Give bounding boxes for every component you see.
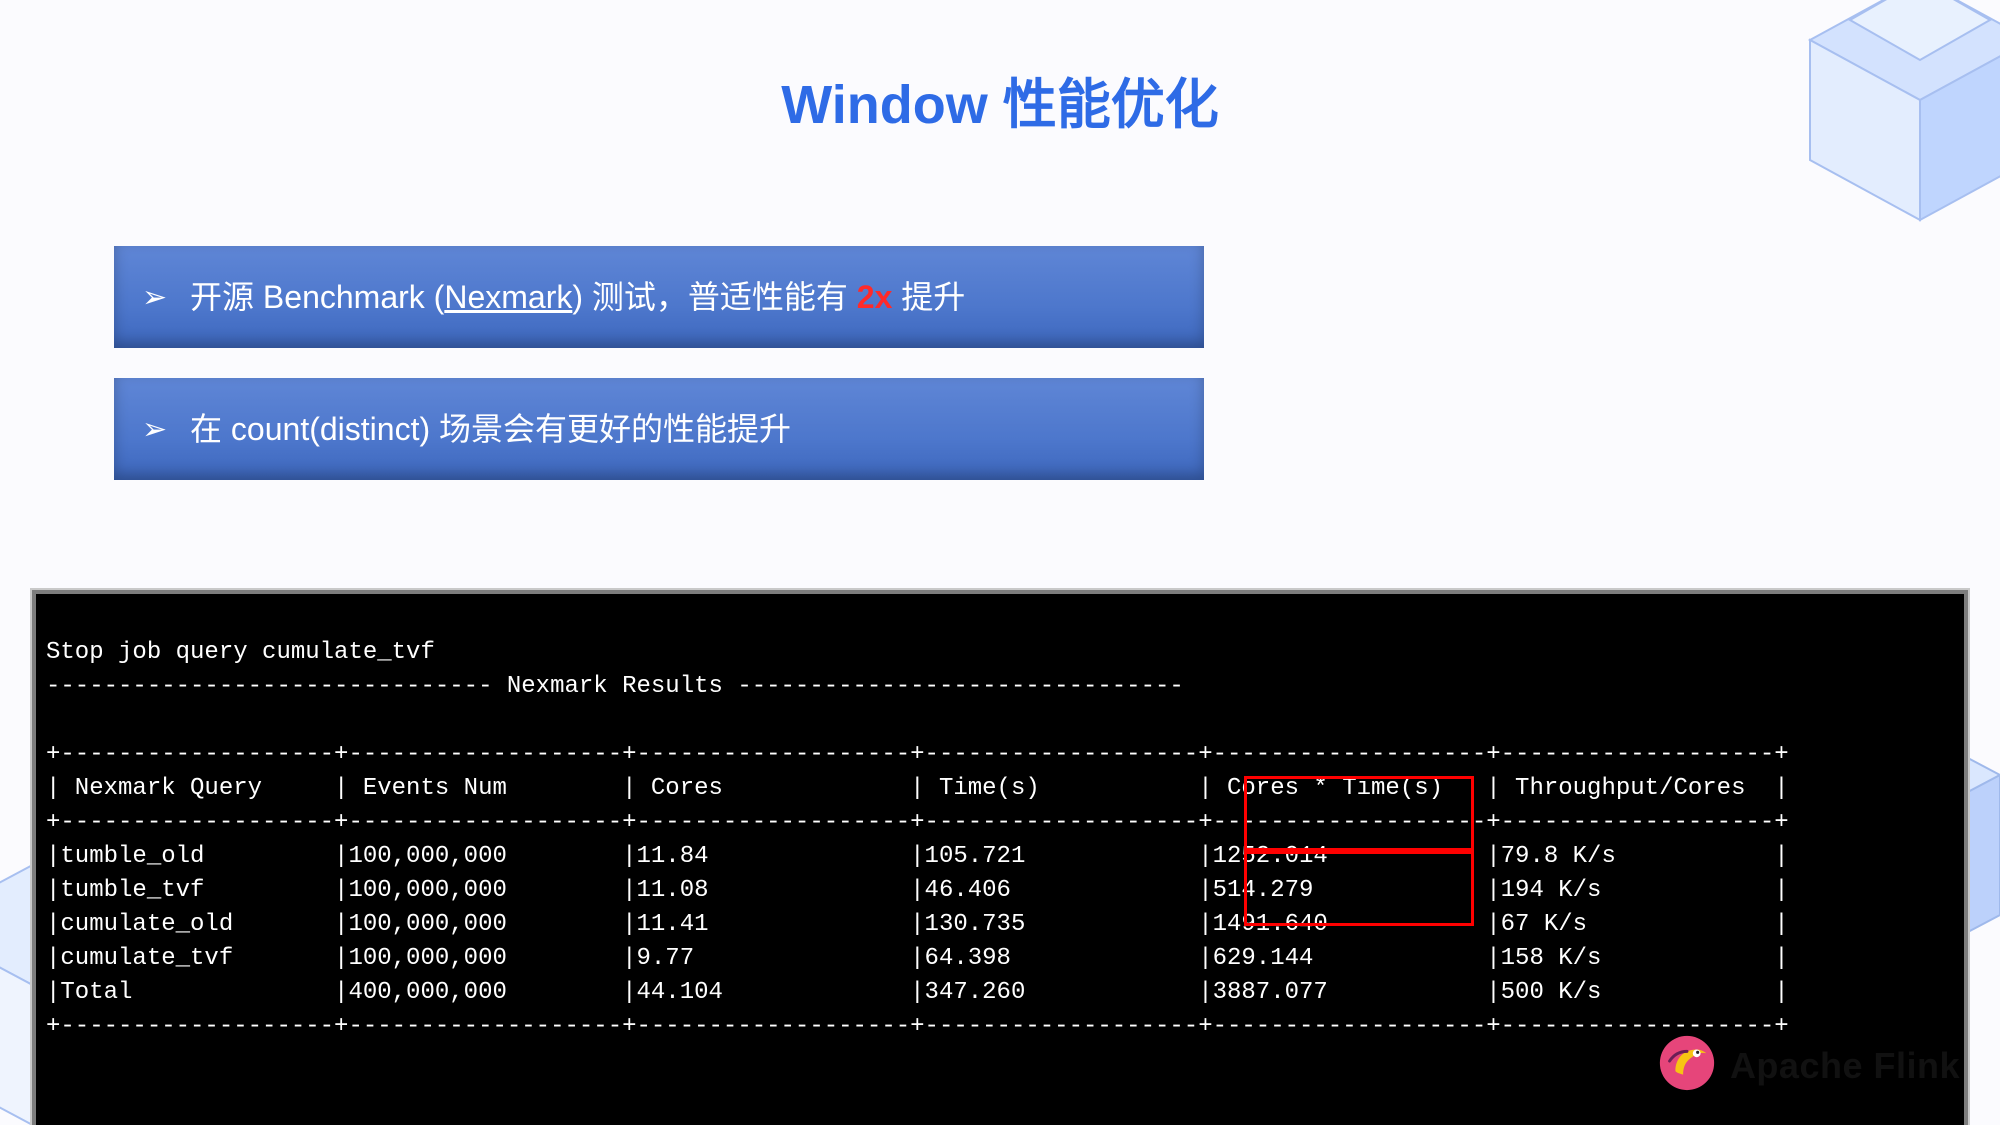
slide-title: Window 性能优化	[0, 60, 2000, 139]
bullet-1-text-c: 提升	[892, 279, 965, 315]
bullet-count-distinct: ➢ 在 count(distinct) 场景会有更好的性能提升	[114, 378, 1204, 480]
bullet-arrow-icon: ➢	[142, 280, 167, 315]
bullet-1-text-b: ) 测试，普适性能有	[572, 279, 856, 315]
bullet-2-text: 在 count(distinct) 场景会有更好的性能提升	[190, 411, 791, 447]
term-line-stop: Stop job query cumulate_tvf	[46, 639, 435, 666]
term-sep-top: +-------------------+-------------------…	[46, 741, 1789, 768]
term-line-title-rule: ------------------------------- Nexmark …	[46, 673, 1184, 700]
footer-brand-label: Apache Flink	[1730, 1045, 1960, 1087]
term-row-3: |cumulate_old |100,000,000 |11.41 |130.7…	[46, 911, 1789, 938]
term-row-1: |tumble_old |100,000,000 |11.84 |105.721…	[46, 843, 1789, 870]
term-sep-mid: +-------------------+-------------------…	[46, 809, 1789, 836]
bullet-1-link: Nexmark	[444, 279, 572, 315]
term-row-4: |cumulate_tvf |100,000,000 |9.77 |64.398…	[46, 945, 1789, 972]
term-sep-bot: +-------------------+-------------------…	[46, 1013, 1789, 1040]
bullet-benchmark: ➢ 开源 Benchmark (Nexmark) 测试，普适性能有 2x 提升	[114, 246, 1204, 348]
footer-brand: Apache Flink	[1656, 1032, 1960, 1099]
flink-logo-icon	[1656, 1032, 1718, 1099]
bullet-list: ➢ 开源 Benchmark (Nexmark) 测试，普适性能有 2x 提升 …	[114, 246, 1204, 510]
term-row-2: |tumble_tvf |100,000,000 |11.08 |46.406 …	[46, 877, 1789, 904]
term-row-5: |Total |400,000,000 |44.104 |347.260 |38…	[46, 979, 1789, 1006]
bullet-1-twox: 2x	[857, 279, 893, 315]
bullet-1-text-a: 开源 Benchmark (	[190, 279, 444, 315]
bullet-arrow-icon: ➢	[142, 412, 167, 447]
term-header: | Nexmark Query | Events Num | Cores | T…	[46, 775, 1789, 802]
